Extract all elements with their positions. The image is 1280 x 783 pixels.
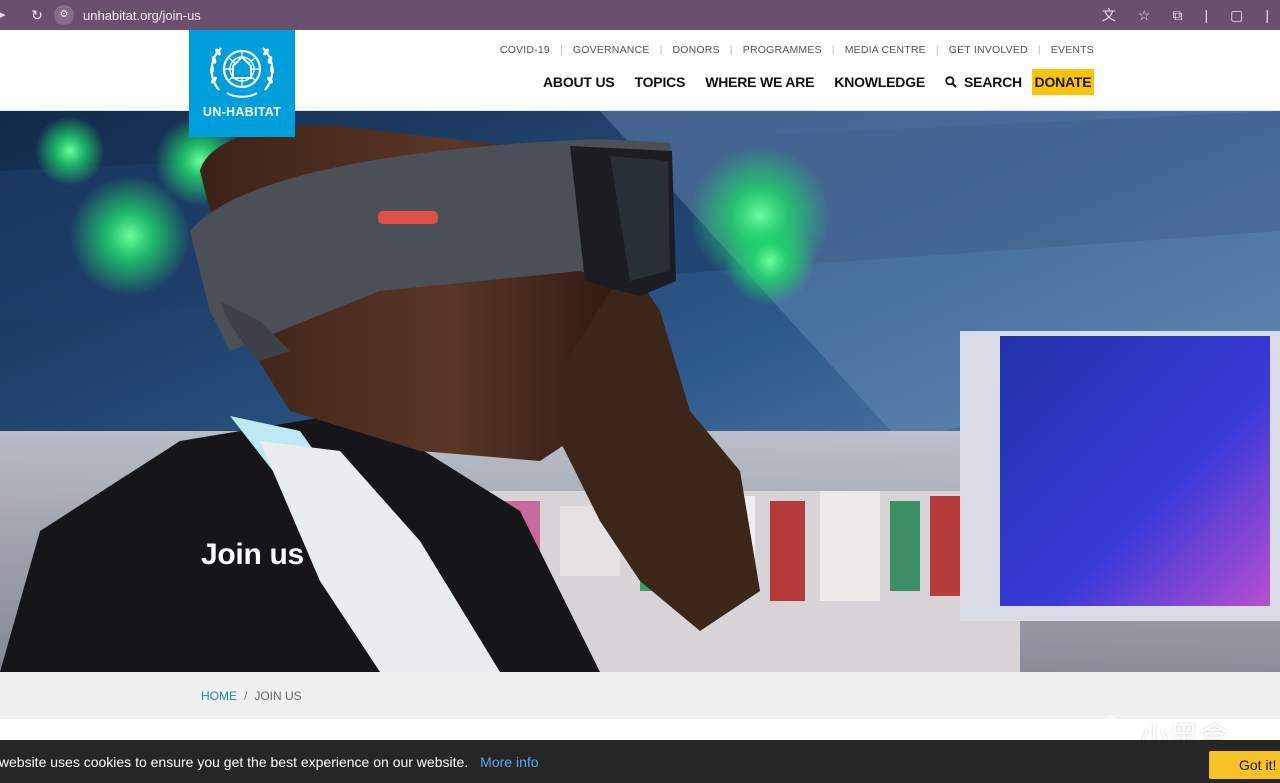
search-label: SEARCH — [964, 74, 1022, 90]
breadcrumb-bar: HOME / JOIN US — [0, 672, 1280, 719]
search-button[interactable]: SEARCH — [935, 74, 1032, 90]
search-icon — [945, 76, 957, 88]
top-link-governance[interactable]: GOVERNANCE — [563, 44, 660, 56]
cookie-banner: s website uses cookies to ensure you get… — [0, 740, 1280, 783]
forward-icon[interactable]: ▸ — [0, 5, 10, 25]
page-title: Join us — [201, 538, 304, 571]
reader-mode-icon[interactable]: ▢ — [1230, 7, 1243, 24]
nav-knowledge[interactable]: KNOWLEDGE — [824, 74, 935, 90]
bookmark-star-icon[interactable]: ☆ — [1138, 7, 1151, 24]
extensions-icon[interactable]: ⧉ — [1172, 7, 1182, 24]
nav-topics[interactable]: TOPICS — [625, 74, 696, 90]
top-link-events[interactable]: EVENTS — [1041, 44, 1094, 56]
hero-banner: Join us — [0, 111, 1280, 672]
nav-about-us[interactable]: ABOUT US — [533, 74, 625, 90]
un-emblem-icon — [209, 47, 275, 98]
breadcrumb-separator: / — [244, 688, 248, 703]
top-link-programmes[interactable]: PROGRAMMES — [733, 44, 832, 56]
address-bar[interactable]: ⚙ unhabitat.org/join-us — [50, 2, 1220, 28]
divider: | — [1265, 7, 1269, 23]
breadcrumb-home-link[interactable]: HOME — [201, 689, 237, 703]
toolbar-icons: ⽂ ☆ ⧉ | ▢ | — [1091, 0, 1280, 30]
breadcrumb: HOME / JOIN US — [201, 689, 302, 703]
breadcrumb-current: JOIN US — [254, 688, 302, 703]
un-habitat-logo[interactable]: UN-HABITAT — [189, 30, 295, 137]
top-link-donors[interactable]: DONORS — [663, 44, 730, 56]
logo-text: UN-HABITAT — [202, 105, 282, 119]
url-text[interactable]: unhabitat.org/join-us — [83, 8, 201, 23]
top-link-media-centre[interactable]: MEDIA CENTRE — [835, 44, 936, 56]
top-link-covid-19[interactable]: COVID-19 — [490, 44, 560, 56]
donate-button[interactable]: DONATE — [1031, 69, 1094, 95]
translate-icon[interactable]: ⽂ — [1102, 5, 1116, 25]
reload-icon[interactable]: ↻ — [28, 6, 46, 24]
hero-image — [0, 111, 1280, 672]
top-link-get-involved[interactable]: GET INVOLVED — [939, 44, 1038, 56]
cookie-accept-button[interactable]: Got it! — [1209, 751, 1280, 779]
cookie-message: s website uses cookies to ensure you get… — [0, 753, 469, 770]
browser-toolbar: ▸ ↻ ⚙ unhabitat.org/join-us ⽂ ☆ ⧉ | ▢ | — [0, 0, 1280, 30]
nav-where-we-are[interactable]: WHERE WE ARE — [695, 74, 824, 90]
utility-nav: COVID-19 | GOVERNANCE | DONORS | PROGRAMMES… — [490, 44, 1094, 56]
cookie-more-info-link[interactable]: More info — [480, 754, 538, 770]
divider: | — [1204, 7, 1209, 23]
main-nav: ABOUT US TOPICS WHERE WE ARE KNOWLEDGE S… — [533, 69, 1094, 95]
site-info-icon[interactable]: ⚙ — [54, 5, 74, 25]
